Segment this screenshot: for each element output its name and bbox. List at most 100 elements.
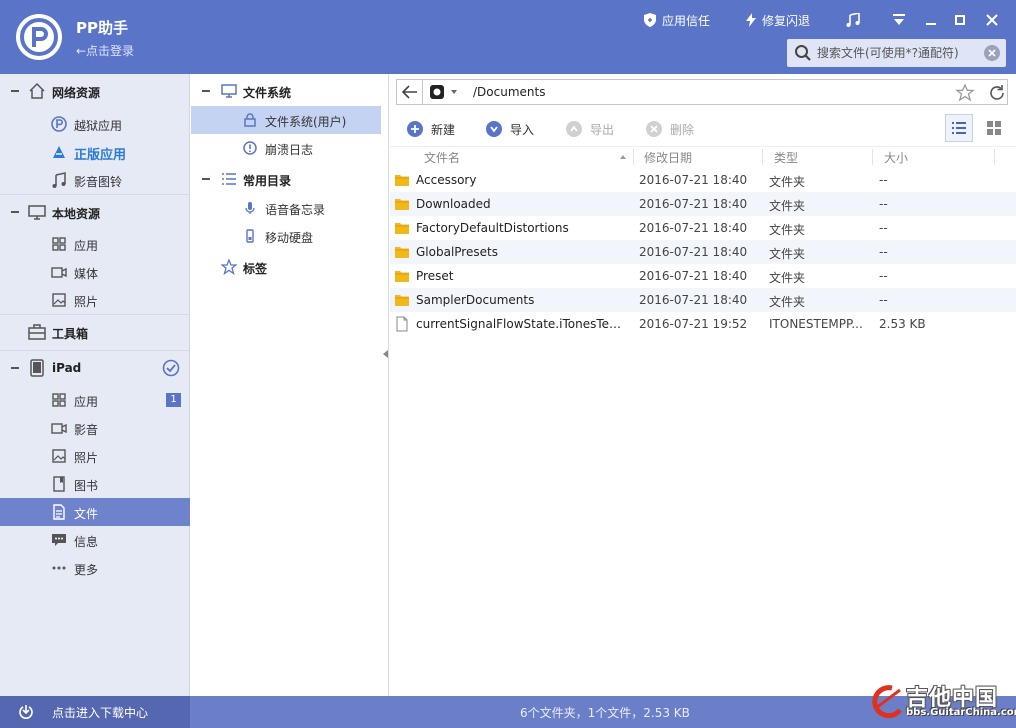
maximize-icon[interactable] <box>950 10 970 30</box>
login-link[interactable]: ←点击登录 <box>76 42 134 59</box>
home-icon <box>29 82 45 99</box>
sidebar-group-network[interactable]: 网络资源 <box>0 74 190 108</box>
file-table-header: 文件名 修改日期 类型 大小 <box>390 146 1016 166</box>
column-header-size[interactable]: 大小 <box>884 149 908 165</box>
sidebar-item-ipad-files[interactable]: 文件 <box>0 498 190 526</box>
close-icon[interactable] <box>982 10 1002 30</box>
export-icon <box>566 121 582 137</box>
delete-button[interactable]: 删除 <box>646 120 694 138</box>
sidebar-item-local-media[interactable]: 媒体 <box>0 258 190 286</box>
file-date: 2016-07-21 18:40 <box>639 245 748 259</box>
column-divider[interactable] <box>762 149 763 165</box>
sidebar-item-ipad-apps[interactable]: 应用 1 <box>0 386 190 414</box>
table-row[interactable]: FactoryDefaultDistortions 2016-07-21 18:4… <box>390 216 1016 240</box>
file-type: 文件夹 <box>769 295 806 309</box>
delete-label: 删除 <box>670 122 695 137</box>
app-title: PP助手 <box>76 19 128 37</box>
collapse-icon[interactable] <box>202 90 210 92</box>
sidebar-item-label: 文件 <box>74 507 99 521</box>
sidebar-group-toolbox[interactable]: 工具箱 <box>0 314 190 348</box>
tree-group-bookmarks[interactable]: 标签 <box>191 252 381 280</box>
pp-logo-icon <box>16 14 62 60</box>
new-folder-button[interactable]: 新建 <box>407 120 455 138</box>
download-center-label: 点击进入下载中心 <box>52 706 149 720</box>
device-selector[interactable] <box>429 83 467 101</box>
table-row[interactable]: Downloaded 2016-07-21 18:40 文件夹 -- <box>390 192 1016 216</box>
sidebar-item-local-apps[interactable]: 应用 <box>0 230 190 258</box>
collapse-icon[interactable] <box>11 367 19 369</box>
file-name: GlobalPresets <box>416 245 498 259</box>
column-header-name[interactable]: 文件名 <box>424 149 460 165</box>
table-row[interactable]: currentSignalFlowState.iTonesTemp... 2016… <box>390 312 1016 336</box>
sidebar-item-media-ringtones[interactable]: 影音图铃 <box>0 166 190 194</box>
sidebar-item-jailbreak-apps[interactable]: 越狱应用 <box>0 110 190 138</box>
back-button[interactable] <box>397 80 423 104</box>
repair-crash-button[interactable]: 修复闪退 <box>746 10 810 30</box>
panel-splitter-handle[interactable] <box>383 350 388 358</box>
lightning-icon <box>746 13 756 27</box>
delete-icon <box>646 121 662 137</box>
tree-group-common-dirs[interactable]: 常用目录 <box>191 164 381 192</box>
sidebar-item-ipad-photos[interactable]: 照片 <box>0 442 190 470</box>
grid-apps-icon <box>52 393 66 407</box>
column-divider[interactable] <box>994 149 995 165</box>
new-label: 新建 <box>431 122 456 137</box>
path-input[interactable] <box>473 83 943 101</box>
video-icon <box>51 267 67 278</box>
search-box[interactable] <box>787 39 1006 67</box>
app-trust-label: 应用信任 <box>662 13 711 28</box>
sidebar-item-ipad-books[interactable]: 图书 <box>0 470 190 498</box>
sidebar-item-official-apps[interactable]: 正版应用 <box>0 138 190 166</box>
file-size: -- <box>879 221 888 235</box>
grid-view-toggle[interactable] <box>980 114 1008 142</box>
sidebar-item-label: 越狱应用 <box>74 119 123 133</box>
search-input[interactable] <box>817 43 977 63</box>
download-center-button[interactable]: 点击进入下载中心 <box>0 696 190 728</box>
column-header-date[interactable]: 修改日期 <box>644 149 692 165</box>
tree-group-label: 标签 <box>243 262 268 276</box>
bookmark-star-icon[interactable] <box>955 83 975 103</box>
column-divider[interactable] <box>872 149 873 165</box>
sidebar-item-local-photos[interactable]: 照片 <box>0 286 190 314</box>
import-icon <box>486 121 502 137</box>
column-divider[interactable] <box>633 149 634 165</box>
sidebar-item-label: 正版应用 <box>74 148 127 163</box>
sidebar-item-label: 影音 <box>74 423 99 437</box>
import-button[interactable]: 导入 <box>486 120 534 138</box>
collapse-icon[interactable] <box>11 211 19 213</box>
status-summary: 6个文件夹，1个文件，2.53 KB <box>520 706 690 720</box>
tree-item-user-file-system[interactable]: 文件系统(用户) <box>191 106 381 134</box>
clear-search-icon[interactable] <box>984 45 1000 61</box>
tree-group-label: 文件系统 <box>243 86 292 100</box>
table-row[interactable]: Preset 2016-07-21 18:40 文件夹 -- <box>390 264 1016 288</box>
tree-item-portable-disk[interactable]: 移动硬盘 <box>191 222 381 250</box>
export-button[interactable]: 导出 <box>566 120 614 138</box>
repair-crash-label: 修复闪退 <box>762 13 811 28</box>
tree-group-file-system[interactable]: 文件系统 <box>191 76 381 104</box>
collapse-icon[interactable] <box>11 90 19 92</box>
column-header-type[interactable]: 类型 <box>774 149 798 165</box>
sidebar-item-ipad-media[interactable]: 影音 <box>0 414 190 442</box>
table-row[interactable]: Accessory 2016-07-21 18:40 文件夹 -- <box>390 168 1016 192</box>
file-type: 文件夹 <box>769 223 806 237</box>
address-bar <box>396 79 1008 105</box>
new-folder-icon <box>407 121 423 137</box>
sidebar-group-ipad[interactable]: iPad <box>0 350 190 384</box>
tree-item-voice-memos[interactable]: 语音备忘录 <box>191 194 381 222</box>
refresh-icon[interactable] <box>987 83 1007 103</box>
app-trust-button[interactable]: 应用信任 <box>644 10 710 30</box>
menu-dropdown-icon[interactable] <box>889 10 909 30</box>
list-view-toggle[interactable] <box>945 114 973 142</box>
sidebar-group-local[interactable]: 本地资源 <box>0 194 190 228</box>
sidebar-item-ipad-more[interactable]: 更多 <box>0 554 190 582</box>
minimize-icon[interactable] <box>921 10 941 30</box>
sidebar-item-ipad-messages[interactable]: 信息 <box>0 526 190 554</box>
folder-icon <box>395 175 409 186</box>
table-row[interactable]: GlobalPresets 2016-07-21 18:40 文件夹 -- <box>390 240 1016 264</box>
collapse-icon[interactable] <box>202 178 210 180</box>
tree-item-crash-logs[interactable]: 崩溃日志 <box>191 134 381 162</box>
music-note-icon[interactable] <box>843 10 863 30</box>
import-label: 导入 <box>510 122 535 137</box>
sidebar-item-label: 信息 <box>74 535 99 549</box>
table-row[interactable]: SamplerDocuments 2016-07-21 18:40 文件夹 -- <box>390 288 1016 312</box>
